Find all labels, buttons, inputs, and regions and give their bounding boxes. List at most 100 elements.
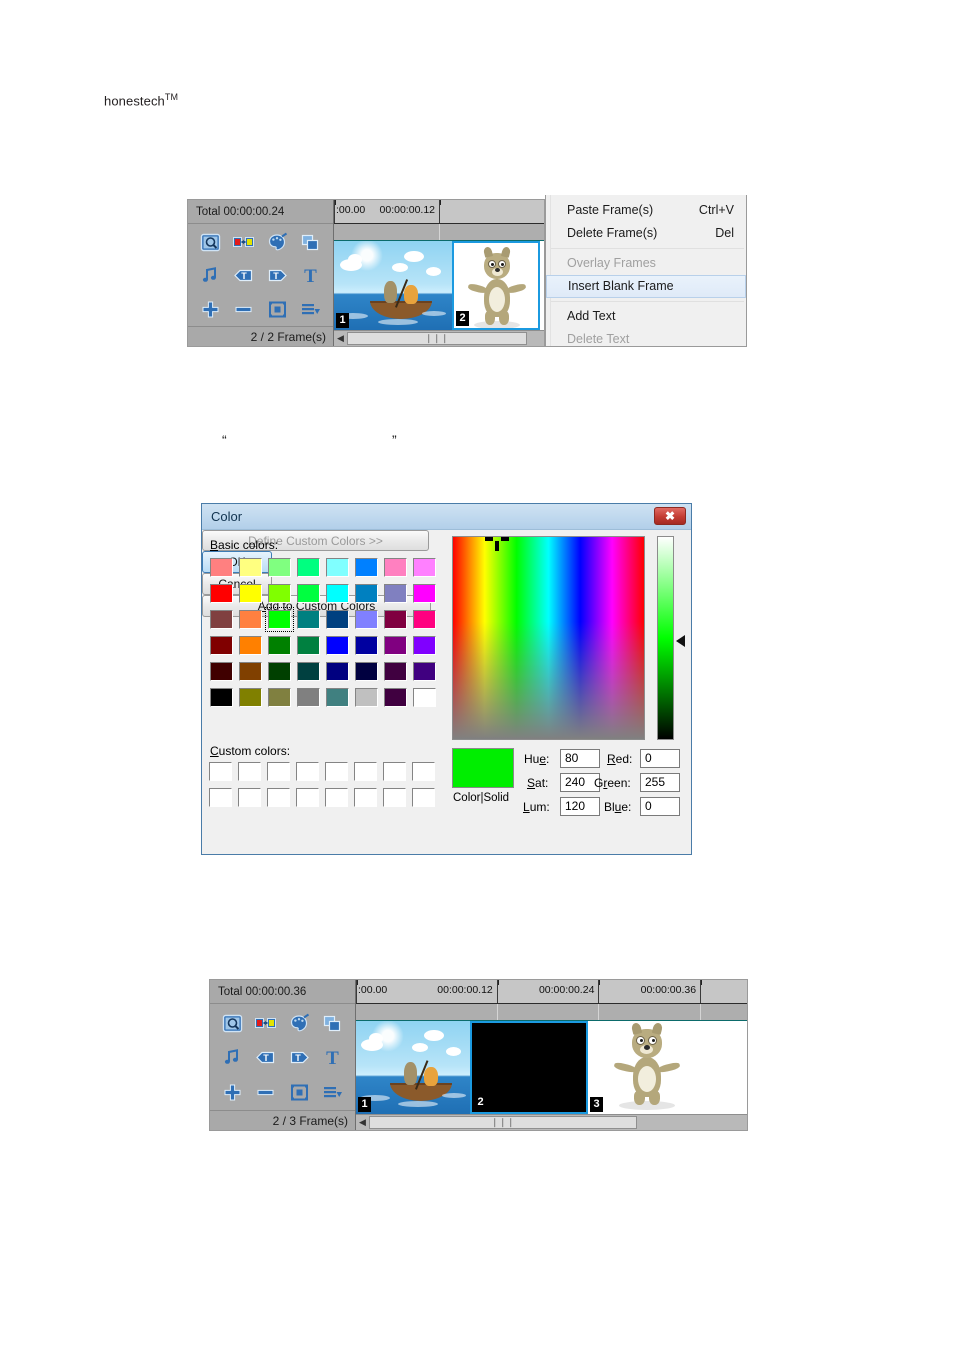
basic-color-swatch[interactable]	[325, 583, 350, 604]
basic-color-swatch[interactable]	[238, 583, 263, 604]
scroll-left-arrow[interactable]: ◀	[356, 1118, 369, 1127]
basic-color-swatch[interactable]	[238, 687, 263, 708]
basic-color-swatch[interactable]	[296, 583, 321, 604]
basic-color-swatch[interactable]	[412, 609, 437, 630]
text-left-icon[interactable]: T	[255, 1047, 276, 1068]
luminance-slider-handle[interactable]	[676, 635, 685, 647]
custom-color-swatch[interactable]	[238, 762, 263, 783]
basic-color-swatch[interactable]	[383, 635, 408, 656]
frame-thumbnail[interactable]: 1	[334, 241, 452, 330]
replace-frame-icon[interactable]	[233, 232, 255, 253]
basic-color-swatch[interactable]	[296, 557, 321, 578]
basic-color-swatch[interactable]	[325, 661, 350, 682]
scrollbar-thumb[interactable]: ❘❘❘	[369, 1116, 637, 1129]
hue-field[interactable]: 80	[560, 749, 600, 768]
custom-color-swatch[interactable]	[296, 762, 321, 783]
lum-field[interactable]: 120	[560, 797, 600, 816]
menu-item-insert-blank-frame[interactable]: Insert Blank Frame	[546, 275, 746, 298]
scroll-left-arrow[interactable]: ◀	[334, 334, 347, 343]
basic-color-swatch[interactable]	[412, 687, 437, 708]
timeline-track-area[interactable]: :00.00 00:00:00.12 1 2 ◀ ❘❘❘	[334, 200, 544, 346]
basic-color-swatch[interactable]	[267, 661, 292, 682]
basic-color-swatch[interactable]	[383, 557, 408, 578]
menu-item-delete-frames[interactable]: Delete Frame(s) Del	[546, 222, 746, 245]
add-icon[interactable]	[200, 299, 221, 320]
custom-color-swatch[interactable]	[354, 762, 379, 783]
basic-color-swatch[interactable]	[354, 583, 379, 604]
custom-color-swatch[interactable]	[209, 762, 234, 783]
basic-color-swatch[interactable]	[209, 661, 234, 682]
custom-color-swatch[interactable]	[325, 762, 350, 783]
close-icon[interactable]: ✖	[654, 507, 686, 525]
text-left-icon[interactable]: T	[233, 265, 254, 286]
luminance-slider[interactable]	[657, 536, 674, 740]
custom-colors-grid[interactable]	[209, 762, 437, 809]
add-icon[interactable]	[222, 1082, 243, 1103]
timeline-widget-bottom[interactable]: Total 00:00:00.36 T T T 2 / 3 Frame(s) :…	[209, 979, 748, 1131]
scrollbar-thumb[interactable]: ❘❘❘	[347, 332, 527, 345]
custom-color-swatch[interactable]	[325, 788, 350, 809]
timeline-widget-top[interactable]: Total 00:00:00.24 T T T 2 / 2 Frame(s) :…	[187, 199, 545, 347]
basic-color-swatch[interactable]	[209, 583, 234, 604]
timeline-scrollbar[interactable]: ◀ ❘❘❘	[334, 330, 544, 346]
basic-color-swatch[interactable]	[209, 557, 234, 578]
basic-color-swatch[interactable]	[238, 557, 263, 578]
basic-color-swatch[interactable]	[296, 687, 321, 708]
timeline-track-area[interactable]: :00.00 00:00:00.12 00:00:00.24 00:00:00.…	[356, 980, 747, 1130]
basic-color-swatch[interactable]	[267, 635, 292, 656]
menu-item-add-text[interactable]: Add Text	[546, 305, 746, 328]
duplicate-frame-icon[interactable]	[300, 232, 321, 253]
custom-color-swatch[interactable]	[412, 762, 437, 783]
color-dialog-titlebar[interactable]: Color ✖	[202, 504, 691, 530]
list-menu-icon[interactable]	[322, 1082, 343, 1103]
frame-strip[interactable]: 1 2 3	[356, 1021, 747, 1114]
text-tool-icon[interactable]: T	[300, 265, 321, 286]
remove-icon[interactable]	[233, 299, 254, 320]
text-right-icon[interactable]: T	[289, 1047, 310, 1068]
basic-color-swatch[interactable]	[325, 635, 350, 656]
frame-context-menu[interactable]: Paste Frame(s) Ctrl+V Delete Frame(s) De…	[545, 195, 747, 347]
basic-color-swatch[interactable]	[354, 635, 379, 656]
custom-color-swatch[interactable]	[383, 762, 408, 783]
duplicate-frame-icon[interactable]	[322, 1013, 343, 1034]
green-field[interactable]: 255	[640, 773, 680, 792]
basic-color-swatch[interactable]	[238, 635, 263, 656]
custom-color-swatch[interactable]	[296, 788, 321, 809]
frame-thumbnail[interactable]: 2	[470, 1021, 588, 1114]
basic-color-swatch[interactable]	[296, 609, 321, 630]
basic-color-swatch[interactable]	[354, 557, 379, 578]
preview-film-icon[interactable]	[222, 1013, 243, 1034]
timeline-ruler[interactable]: :00.00 00:00:00.12	[334, 200, 544, 224]
list-menu-icon[interactable]	[300, 299, 321, 320]
basic-color-swatch[interactable]	[325, 557, 350, 578]
fit-icon[interactable]	[267, 299, 288, 320]
basic-color-swatch[interactable]	[412, 635, 437, 656]
text-tool-icon[interactable]: T	[322, 1047, 343, 1068]
basic-color-swatch[interactable]	[296, 661, 321, 682]
frame-strip[interactable]: 1 2	[334, 241, 544, 330]
basic-color-swatch[interactable]	[267, 687, 292, 708]
basic-color-swatch[interactable]	[383, 687, 408, 708]
palette-icon[interactable]	[289, 1013, 310, 1034]
basic-color-swatch[interactable]	[325, 687, 350, 708]
timeline-ruler[interactable]: :00.00 00:00:00.12 00:00:00.24 00:00:00.…	[356, 980, 747, 1004]
custom-color-swatch[interactable]	[354, 788, 379, 809]
palette-icon[interactable]	[267, 232, 288, 253]
basic-color-swatch[interactable]	[383, 583, 408, 604]
basic-color-swatch[interactable]	[383, 609, 408, 630]
red-field[interactable]: 0	[640, 749, 680, 768]
text-right-icon[interactable]: T	[267, 265, 288, 286]
custom-color-swatch[interactable]	[267, 762, 292, 783]
basic-color-swatch[interactable]	[209, 687, 234, 708]
basic-color-swatch[interactable]	[267, 583, 292, 604]
preview-film-icon[interactable]	[200, 232, 221, 253]
audio-note-icon[interactable]	[222, 1047, 243, 1068]
basic-color-swatch[interactable]	[296, 635, 321, 656]
basic-color-swatch[interactable]	[265, 607, 294, 632]
basic-color-swatch[interactable]	[383, 661, 408, 682]
basic-color-swatch[interactable]	[238, 661, 263, 682]
remove-icon[interactable]	[255, 1082, 276, 1103]
menu-item-paste-frames[interactable]: Paste Frame(s) Ctrl+V	[546, 199, 746, 222]
basic-color-swatch[interactable]	[412, 557, 437, 578]
basic-color-swatch[interactable]	[354, 687, 379, 708]
